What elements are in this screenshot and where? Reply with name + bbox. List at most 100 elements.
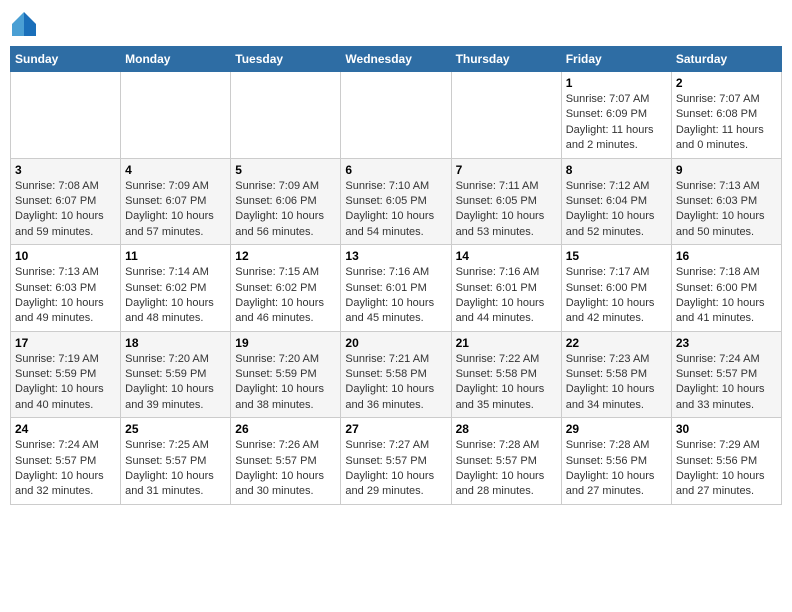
day-info: Sunrise: 7:28 AM Sunset: 5:56 PM Dayligh…: [566, 438, 667, 500]
day-info: Sunrise: 7:24 AM Sunset: 5:57 PM Dayligh…: [676, 352, 777, 414]
calendar-cell: 9 Sunrise: 7:13 AM Sunset: 6:03 PM Daylig…: [671, 158, 781, 245]
calendar-cell: 15 Sunrise: 7:17 AM Sunset: 6:00 PM Dayli…: [561, 245, 671, 332]
day-number: 13: [345, 249, 446, 263]
calendar-cell: 23 Sunrise: 7:24 AM Sunset: 5:57 PM Dayli…: [671, 331, 781, 418]
day-info: Sunrise: 7:16 AM Sunset: 6:01 PM Dayligh…: [345, 265, 446, 327]
calendar-cell: 8Sunrise: 7:12 AM Sunset: 6:04 PM Daylig…: [561, 158, 671, 245]
calendar-cell: 16Sunrise: 7:18 AM Sunset: 6:00 PM Dayli…: [671, 245, 781, 332]
calendar-cell: 28 Sunrise: 7:28 AM Sunset: 5:57 PM Dayli…: [451, 418, 561, 505]
calendar-cell: 3 Sunrise: 7:08 AM Sunset: 6:07 PM Daylig…: [11, 158, 121, 245]
day-info: Sunrise: 7:14 AM Sunset: 6:02 PM Dayligh…: [125, 265, 226, 327]
calendar-cell: 2 Sunrise: 7:07 AM Sunset: 6:08 PM Daylig…: [671, 72, 781, 159]
day-number: 17: [15, 336, 116, 350]
day-info: Sunrise: 7:07 AM Sunset: 6:08 PM Dayligh…: [676, 92, 777, 154]
day-number: 9: [676, 163, 777, 177]
calendar-week-5: 24 Sunrise: 7:24 AM Sunset: 5:57 PM Dayli…: [11, 418, 782, 505]
day-info: Sunrise: 7:20 AM Sunset: 5:59 PM Dayligh…: [125, 352, 226, 414]
day-info: Sunrise: 7:26 AM Sunset: 5:57 PM Dayligh…: [235, 438, 336, 500]
calendar-week-1: 1 Sunrise: 7:07 AM Sunset: 6:09 PM Daylig…: [11, 72, 782, 159]
calendar-cell: 30Sunrise: 7:29 AM Sunset: 5:56 PM Dayli…: [671, 418, 781, 505]
calendar-cell: 27Sunrise: 7:27 AM Sunset: 5:57 PM Dayli…: [341, 418, 451, 505]
calendar-cell: [11, 72, 121, 159]
calendar-cell: 6Sunrise: 7:10 AM Sunset: 6:05 PM Daylig…: [341, 158, 451, 245]
day-number: 1: [566, 76, 667, 90]
day-info: Sunrise: 7:24 AM Sunset: 5:57 PM Dayligh…: [15, 438, 116, 500]
day-number: 19: [235, 336, 336, 350]
calendar-cell: 25 Sunrise: 7:25 AM Sunset: 5:57 PM Dayli…: [121, 418, 231, 505]
calendar-cell: 19 Sunrise: 7:20 AM Sunset: 5:59 PM Dayli…: [231, 331, 341, 418]
day-number: 14: [456, 249, 557, 263]
day-number: 15: [566, 249, 667, 263]
day-info: Sunrise: 7:22 AM Sunset: 5:58 PM Dayligh…: [456, 352, 557, 414]
day-number: 7: [456, 163, 557, 177]
calendar-cell: 26 Sunrise: 7:26 AM Sunset: 5:57 PM Dayli…: [231, 418, 341, 505]
day-number: 26: [235, 422, 336, 436]
day-number: 3: [15, 163, 116, 177]
calendar-week-2: 3 Sunrise: 7:08 AM Sunset: 6:07 PM Daylig…: [11, 158, 782, 245]
day-info: Sunrise: 7:12 AM Sunset: 6:04 PM Dayligh…: [566, 179, 667, 241]
day-number: 23: [676, 336, 777, 350]
calendar-cell: [341, 72, 451, 159]
calendar: SundayMondayTuesdayWednesdayThursdayFrid…: [10, 46, 782, 505]
calendar-cell: 20 Sunrise: 7:21 AM Sunset: 5:58 PM Dayli…: [341, 331, 451, 418]
day-header-wednesday: Wednesday: [341, 47, 451, 72]
day-header-tuesday: Tuesday: [231, 47, 341, 72]
day-number: 4: [125, 163, 226, 177]
calendar-header-row: SundayMondayTuesdayWednesdayThursdayFrid…: [11, 47, 782, 72]
day-info: Sunrise: 7:16 AM Sunset: 6:01 PM Dayligh…: [456, 265, 557, 327]
day-info: Sunrise: 7:21 AM Sunset: 5:58 PM Dayligh…: [345, 352, 446, 414]
calendar-cell: [451, 72, 561, 159]
calendar-cell: 10 Sunrise: 7:13 AM Sunset: 6:03 PM Dayli…: [11, 245, 121, 332]
day-number: 29: [566, 422, 667, 436]
calendar-week-3: 10 Sunrise: 7:13 AM Sunset: 6:03 PM Dayli…: [11, 245, 782, 332]
day-number: 10: [15, 249, 116, 263]
day-info: Sunrise: 7:25 AM Sunset: 5:57 PM Dayligh…: [125, 438, 226, 500]
calendar-cell: 11 Sunrise: 7:14 AM Sunset: 6:02 PM Dayli…: [121, 245, 231, 332]
day-number: 24: [15, 422, 116, 436]
day-number: 28: [456, 422, 557, 436]
day-number: 22: [566, 336, 667, 350]
day-header-friday: Friday: [561, 47, 671, 72]
day-info: Sunrise: 7:28 AM Sunset: 5:57 PM Dayligh…: [456, 438, 557, 500]
calendar-cell: 22 Sunrise: 7:23 AM Sunset: 5:58 PM Dayli…: [561, 331, 671, 418]
day-header-monday: Monday: [121, 47, 231, 72]
day-number: 18: [125, 336, 226, 350]
calendar-cell: 14 Sunrise: 7:16 AM Sunset: 6:01 PM Dayli…: [451, 245, 561, 332]
day-info: Sunrise: 7:07 AM Sunset: 6:09 PM Dayligh…: [566, 92, 667, 154]
calendar-cell: 29 Sunrise: 7:28 AM Sunset: 5:56 PM Dayli…: [561, 418, 671, 505]
day-number: 5: [235, 163, 336, 177]
day-number: 25: [125, 422, 226, 436]
calendar-cell: 18 Sunrise: 7:20 AM Sunset: 5:59 PM Dayli…: [121, 331, 231, 418]
day-number: 21: [456, 336, 557, 350]
day-number: 6: [345, 163, 446, 177]
day-info: Sunrise: 7:23 AM Sunset: 5:58 PM Dayligh…: [566, 352, 667, 414]
day-info: Sunrise: 7:09 AM Sunset: 6:07 PM Dayligh…: [125, 179, 226, 241]
logo: [10, 10, 42, 38]
calendar-cell: 4 Sunrise: 7:09 AM Sunset: 6:07 PM Daylig…: [121, 158, 231, 245]
logo-icon: [10, 10, 38, 38]
day-info: Sunrise: 7:15 AM Sunset: 6:02 PM Dayligh…: [235, 265, 336, 327]
day-info: Sunrise: 7:17 AM Sunset: 6:00 PM Dayligh…: [566, 265, 667, 327]
day-number: 20: [345, 336, 446, 350]
calendar-cell: 21 Sunrise: 7:22 AM Sunset: 5:58 PM Dayli…: [451, 331, 561, 418]
day-number: 11: [125, 249, 226, 263]
day-info: Sunrise: 7:20 AM Sunset: 5:59 PM Dayligh…: [235, 352, 336, 414]
day-info: Sunrise: 7:09 AM Sunset: 6:06 PM Dayligh…: [235, 179, 336, 241]
page-header: [10, 10, 782, 38]
calendar-cell: 17 Sunrise: 7:19 AM Sunset: 5:59 PM Dayli…: [11, 331, 121, 418]
calendar-cell: 24 Sunrise: 7:24 AM Sunset: 5:57 PM Dayli…: [11, 418, 121, 505]
day-number: 2: [676, 76, 777, 90]
day-info: Sunrise: 7:11 AM Sunset: 6:05 PM Dayligh…: [456, 179, 557, 241]
calendar-cell: 13 Sunrise: 7:16 AM Sunset: 6:01 PM Dayli…: [341, 245, 451, 332]
day-info: Sunrise: 7:13 AM Sunset: 6:03 PM Dayligh…: [15, 265, 116, 327]
calendar-cell: 5 Sunrise: 7:09 AM Sunset: 6:06 PM Daylig…: [231, 158, 341, 245]
day-number: 27: [345, 422, 446, 436]
calendar-week-4: 17 Sunrise: 7:19 AM Sunset: 5:59 PM Dayli…: [11, 331, 782, 418]
day-header-thursday: Thursday: [451, 47, 561, 72]
calendar-cell: [121, 72, 231, 159]
day-info: Sunrise: 7:13 AM Sunset: 6:03 PM Dayligh…: [676, 179, 777, 241]
day-info: Sunrise: 7:19 AM Sunset: 5:59 PM Dayligh…: [15, 352, 116, 414]
day-info: Sunrise: 7:18 AM Sunset: 6:00 PM Dayligh…: [676, 265, 777, 327]
calendar-cell: 1 Sunrise: 7:07 AM Sunset: 6:09 PM Daylig…: [561, 72, 671, 159]
day-info: Sunrise: 7:08 AM Sunset: 6:07 PM Dayligh…: [15, 179, 116, 241]
